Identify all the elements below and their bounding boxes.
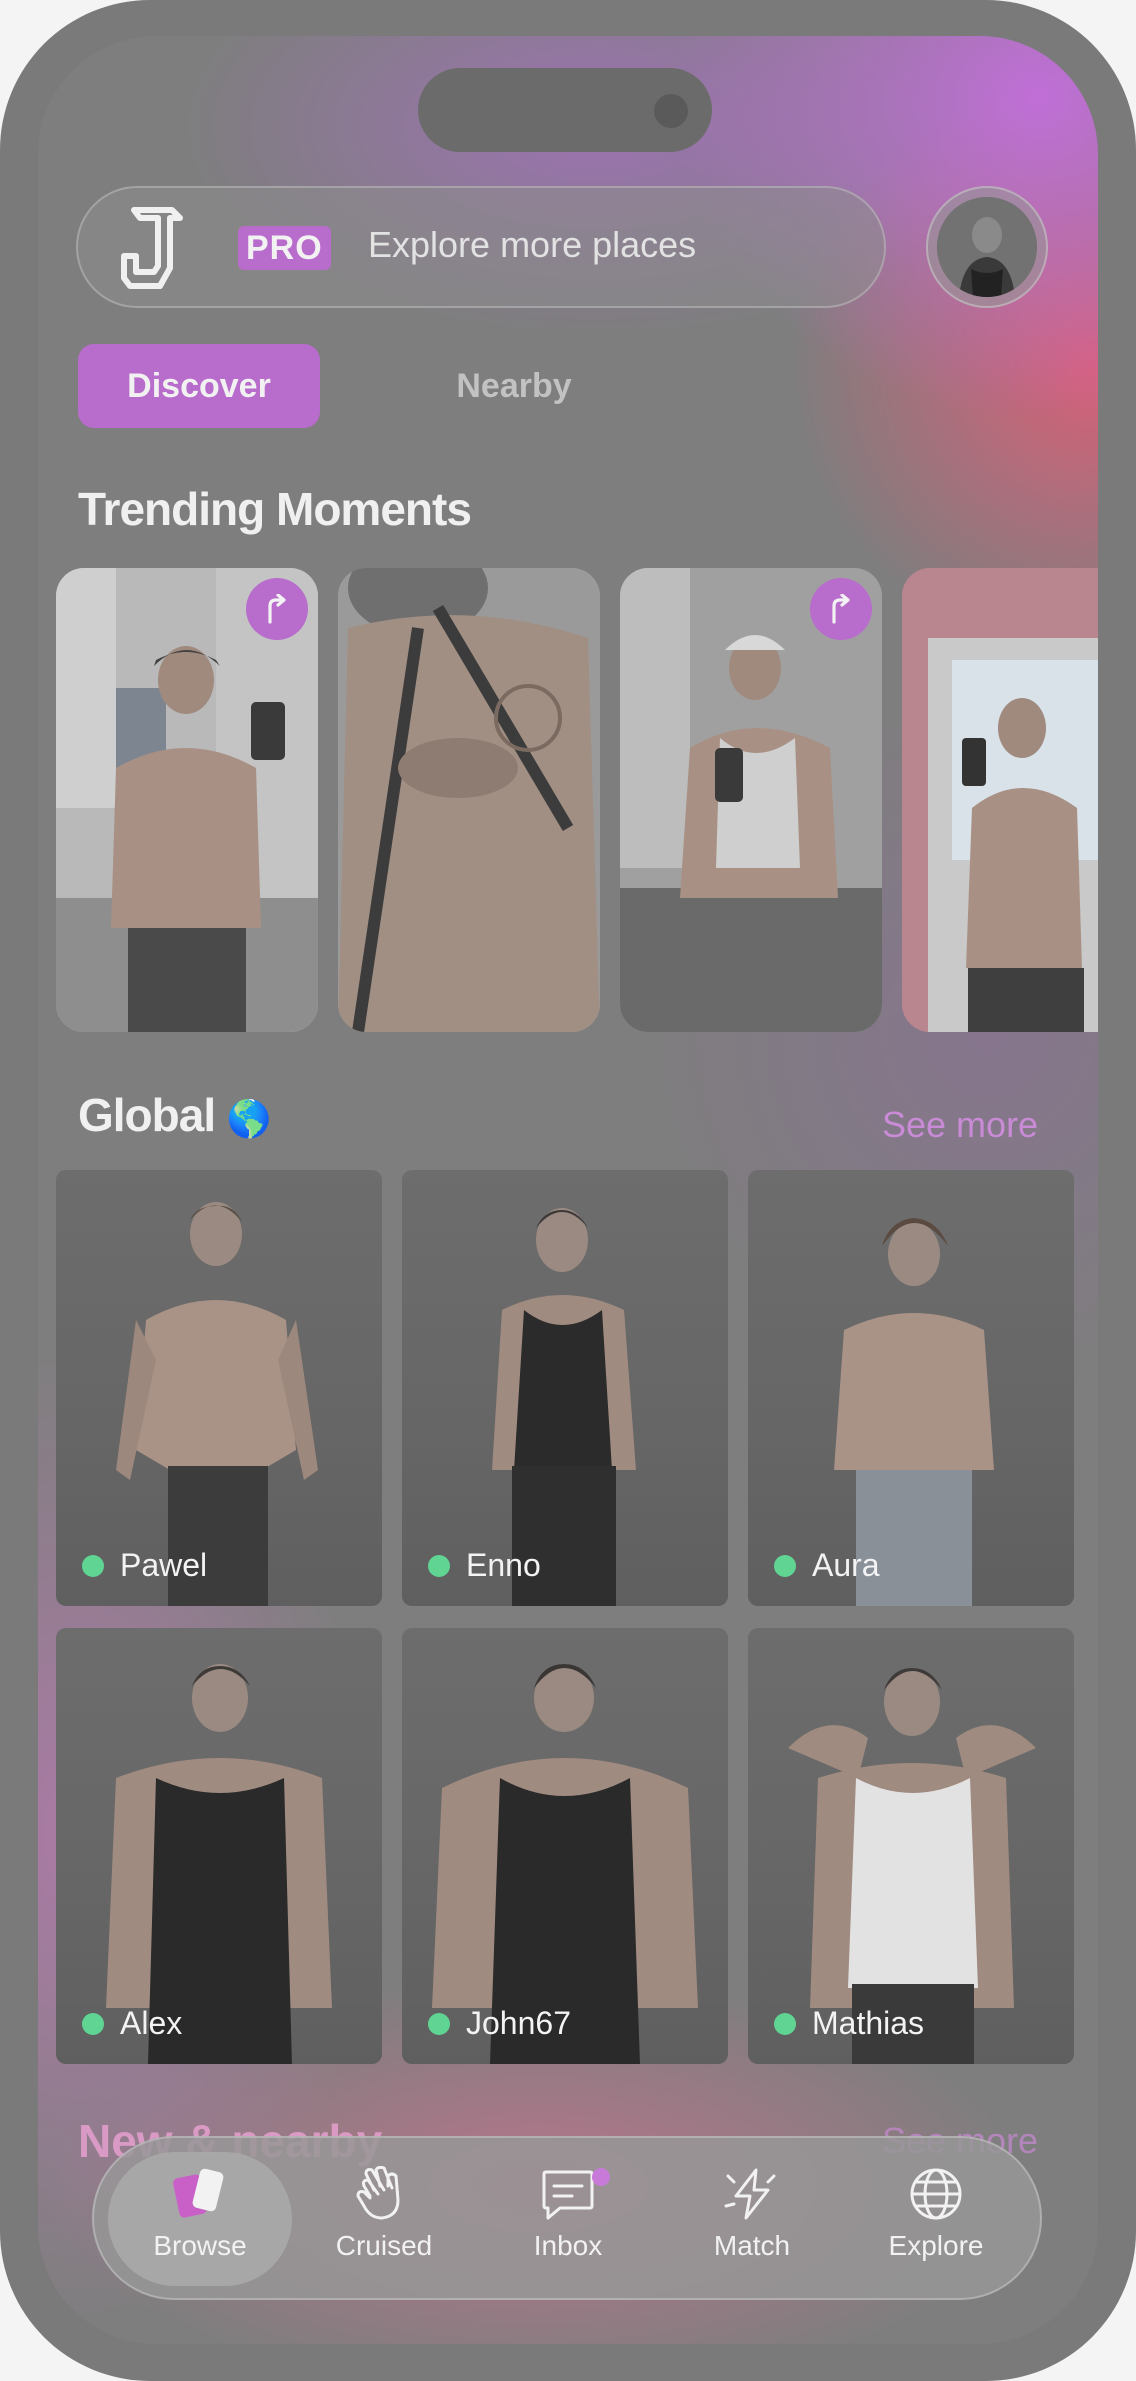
trending-moments-carousel[interactable] [56, 568, 1098, 1032]
nav-label: Browse [153, 2230, 247, 2261]
browse-cards-icon [173, 2168, 224, 2218]
online-status-dot [774, 1554, 796, 1577]
unread-dot [592, 2168, 610, 2186]
moment-card[interactable] [620, 568, 882, 1032]
trending-moments-title: Trending Moments [78, 483, 472, 535]
tab-discover[interactable]: Discover [78, 344, 320, 428]
profile-avatar[interactable] [926, 186, 1048, 308]
nav-match[interactable]: Match [660, 2152, 844, 2286]
app-logo-icon [121, 207, 183, 289]
profile-name: Enno [428, 1547, 541, 1584]
profile-card[interactable]: Pawel [56, 1170, 382, 1606]
online-status-dot [428, 2012, 450, 2035]
nav-explore[interactable]: Explore [844, 2152, 1028, 2286]
moment-reply-badge [810, 578, 872, 640]
nav-inbox[interactable]: Inbox [476, 2152, 660, 2286]
search-placeholder: Explore more places [368, 224, 697, 265]
profile-name: Aura [774, 1547, 880, 1584]
app-screen: PRO Explore more places Discover Nearby … [38, 36, 1098, 2344]
global-title: Global 🌎 [78, 1089, 272, 1141]
camera-dot [654, 94, 688, 128]
nav-label: Match [713, 2230, 791, 2261]
moment-card[interactable] [902, 568, 1098, 1032]
profile-card[interactable]: Aura [748, 1170, 1074, 1606]
globe-icon [910, 2168, 962, 2220]
profile-name: John67 [428, 2005, 571, 2042]
explore-search-bar[interactable]: PRO Explore more places [76, 186, 886, 308]
nav-cruised[interactable]: Cruised [292, 2152, 476, 2286]
pro-badge: PRO [238, 226, 331, 270]
tab-nearby[interactable]: Nearby [414, 344, 614, 428]
profile-card[interactable]: John67 [402, 1628, 728, 2064]
online-status-dot [82, 1554, 104, 1577]
nav-browse[interactable]: Browse [108, 2152, 292, 2286]
moment-reply-badge [246, 578, 308, 640]
phone-frame: PRO Explore more places Discover Nearby … [0, 0, 1136, 2381]
lightning-icon [724, 2168, 776, 2220]
moment-card[interactable] [338, 568, 600, 1032]
profile-card[interactable]: Mathias [748, 1628, 1074, 2064]
online-status-dot [82, 2012, 104, 2035]
profile-name: Pawel [82, 1547, 207, 1584]
global-see-more-link[interactable]: See more [882, 1104, 1038, 1146]
nav-label: Inbox [533, 2230, 603, 2261]
nav-label: Cruised [335, 2230, 433, 2261]
profile-card[interactable]: Alex [56, 1628, 382, 2064]
wave-hand-icon [356, 2166, 400, 2220]
profile-name: Alex [82, 2005, 182, 2042]
profile-card[interactable]: Enno [402, 1170, 728, 1606]
bottom-tab-bar: Browse Cruised Inbox Match Explore [92, 2136, 1042, 2300]
online-status-dot [428, 1554, 450, 1577]
nav-label: Explore [888, 2230, 984, 2261]
online-status-dot [774, 2012, 796, 2035]
moment-card[interactable] [56, 568, 318, 1032]
globe-emoji-icon: 🌎 [226, 1097, 272, 1139]
dynamic-island [418, 68, 712, 152]
chat-icon [542, 2170, 594, 2220]
profile-name: Mathias [774, 2005, 924, 2042]
